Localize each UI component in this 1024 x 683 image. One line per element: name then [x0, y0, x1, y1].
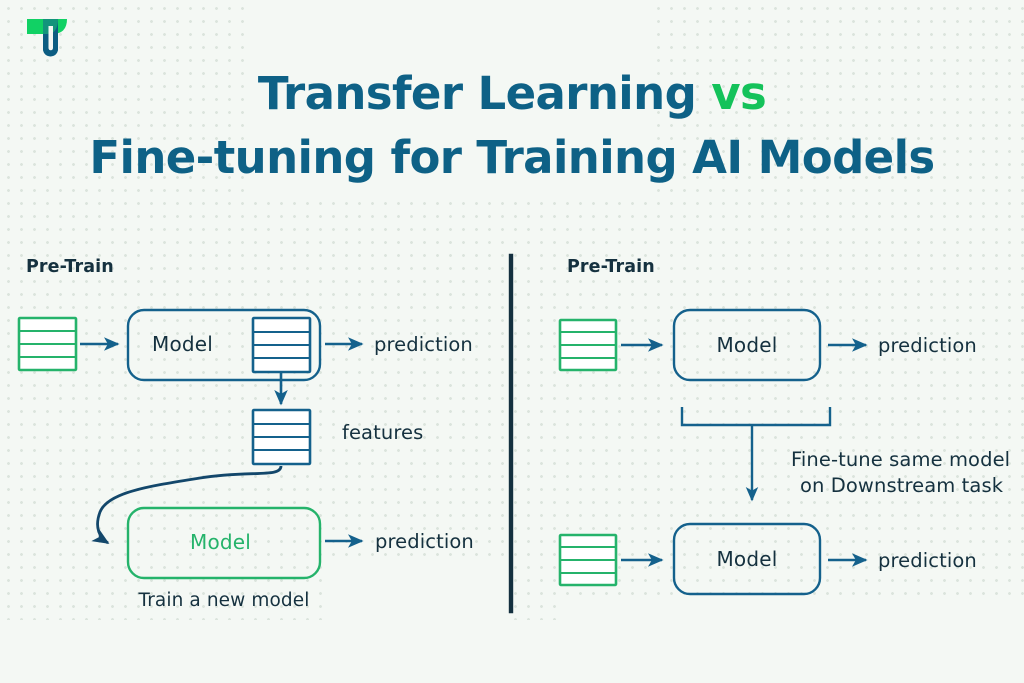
right-input-data-table-icon-top — [558, 318, 618, 372]
right-model-top-label: Model — [716, 333, 777, 357]
infographic-canvas: Transfer Learning vs Fine-tuning for Tra… — [0, 0, 1024, 683]
left-prediction-top-label: prediction — [374, 333, 473, 356]
left-model-bottom-label: Model — [190, 530, 251, 554]
right-prediction-bottom-label: prediction — [878, 549, 977, 572]
right-note-line-1: Fine-tune same model — [791, 448, 1010, 471]
left-embedded-data-table-icon — [251, 316, 312, 374]
right-model-bottom-label: Model — [716, 547, 777, 571]
right-note-line-2: on Downstream task — [800, 474, 1004, 497]
right-prediction-top-label: prediction — [878, 334, 977, 357]
panel-fine-tuning: Pre-Train Model prediction Fine-tune sam… — [558, 257, 1010, 596]
diagram: Pre-Train Model prediction features Mode… — [17, 253, 1010, 614]
left-prediction-bottom-label: prediction — [375, 530, 474, 553]
panel-transfer-learning: Pre-Train Model prediction features Mode… — [17, 257, 474, 611]
left-features-data-table-icon — [251, 408, 312, 466]
right-bracket — [680, 407, 832, 427]
left-model-top-label: Model — [152, 332, 213, 356]
right-input-data-table-icon-bottom — [558, 533, 618, 587]
left-pretrain-label: Pre-Train — [26, 257, 114, 277]
left-features-label: features — [342, 421, 423, 444]
left-caption: Train a new model — [138, 590, 310, 611]
right-pretrain-label: Pre-Train — [567, 257, 655, 277]
left-input-data-table-icon — [17, 316, 78, 372]
